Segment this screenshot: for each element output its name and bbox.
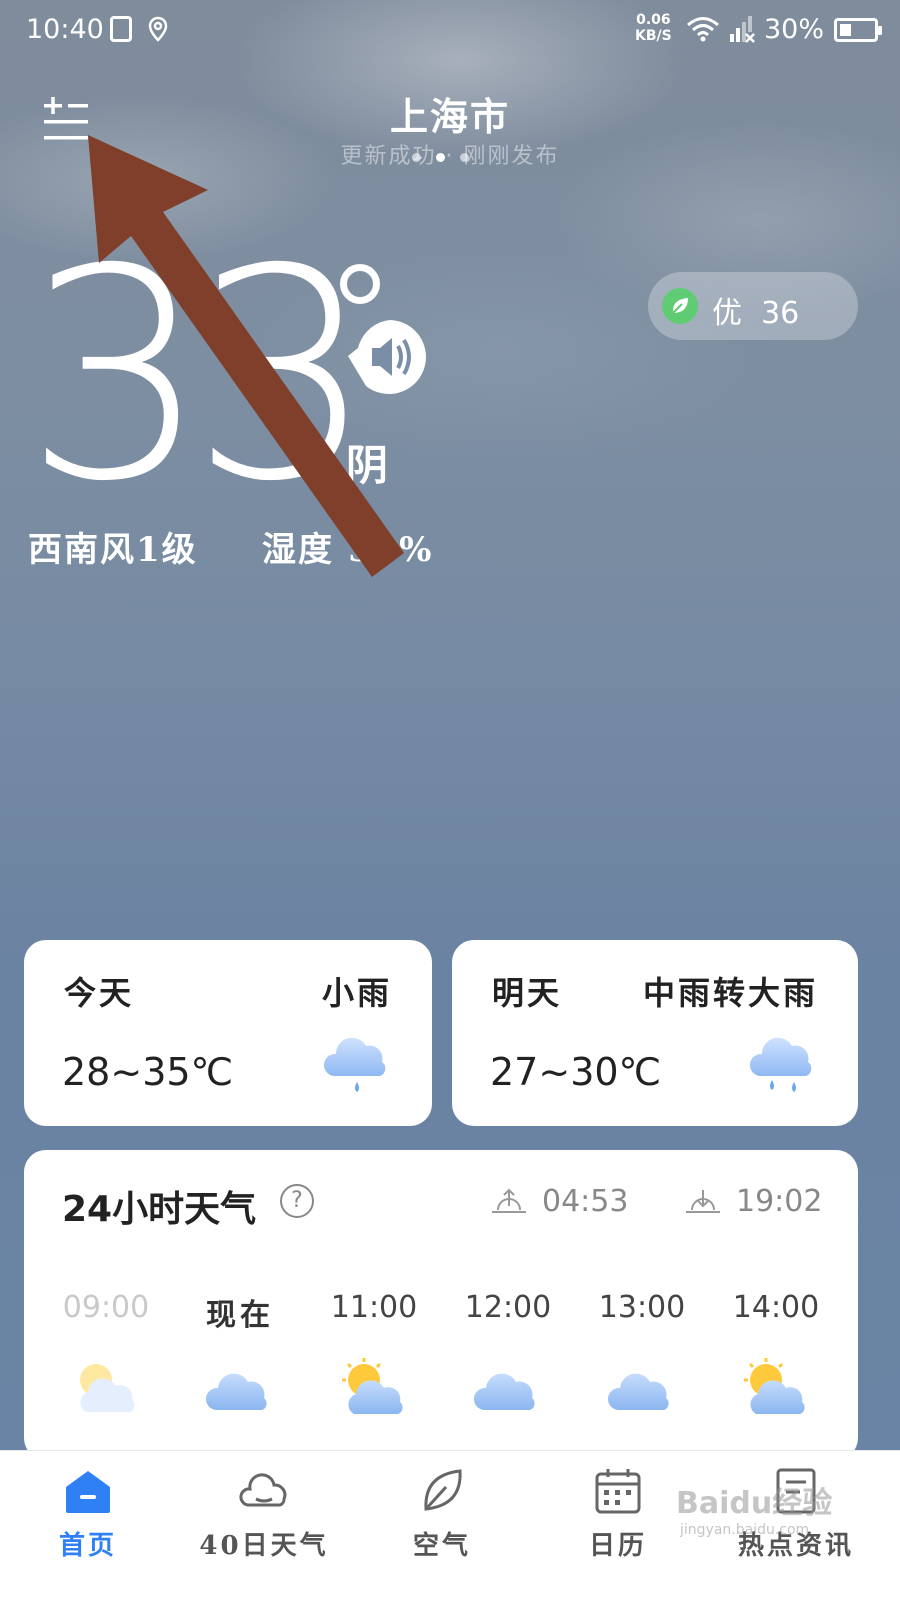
day-temp-range: 27~30℃ [490, 1050, 662, 1094]
tab-40day[interactable]: 40日天气 [194, 1465, 334, 1562]
degree-symbol [340, 264, 380, 304]
signal-icon [730, 16, 755, 43]
voice-broadcast-button[interactable] [346, 318, 428, 396]
tab-label: 40日天气 [199, 1531, 329, 1561]
watermark: Baidu经验 [676, 1486, 833, 1521]
wifi-icon [687, 17, 719, 42]
day-condition: 中雨转大雨 [642, 974, 818, 1012]
location-icon [148, 16, 168, 42]
hour-time: 11:00 [330, 1290, 418, 1325]
battery-percent: 30% [764, 14, 825, 45]
aqi-value: 36 [761, 296, 800, 331]
hour-item[interactable]: 09:00 [39, 1290, 173, 1420]
day-name: 明天 [492, 974, 563, 1012]
hourly-forecast-panel[interactable]: 24小时天气 ? 04:53 19:02 09:00 现在 11:00 12:0… [24, 1150, 858, 1460]
calendar-icon [595, 1469, 641, 1514]
hour-time: 14:00 [732, 1290, 820, 1325]
home-icon [66, 1471, 110, 1513]
tab-air[interactable]: 空气 [372, 1465, 512, 1562]
cloudy-icon [205, 1373, 267, 1410]
battery-icon [834, 18, 882, 42]
tomorrow-card[interactable]: 明天 中雨转大雨 27~30℃ [452, 940, 858, 1126]
network-speed-unit: KB/S [635, 28, 672, 44]
hour-item-now[interactable]: 现在 [173, 1290, 307, 1420]
page-indicator [412, 150, 472, 164]
partly-cloudy-icon [342, 1358, 403, 1414]
hour-item[interactable]: 14:00 [709, 1290, 843, 1420]
sunrise-icon [492, 1188, 526, 1213]
wind-info: 西南风1级 [28, 530, 198, 570]
watermark-url: jingyan.baidu.com [680, 1522, 810, 1538]
cloudy-icon [607, 1373, 669, 1410]
network-speed: 0.06 KB/S [635, 12, 672, 44]
network-speed-value: 0.06 [636, 12, 671, 28]
status-time: 10:40 [26, 14, 104, 45]
sunset-time: 19:02 [736, 1184, 823, 1219]
sunset-icon [686, 1190, 720, 1213]
tab-home[interactable]: 首页 [18, 1465, 158, 1562]
partly-cloudy-icon [80, 1364, 135, 1412]
light-rain-icon [323, 1037, 386, 1092]
day-temp-range: 28~35℃ [62, 1050, 234, 1094]
help-icon[interactable]: ? [280, 1184, 314, 1218]
tab-label: 首页 [58, 1531, 117, 1561]
humidity-info: 湿度 59% [262, 530, 434, 570]
air-quality-badge[interactable]: 优 36 [648, 272, 858, 340]
day-condition: 小雨 [321, 974, 392, 1012]
hour-time: 09:00 [62, 1290, 150, 1325]
tab-label: 空气 [412, 1531, 471, 1561]
leaf-icon [424, 1469, 462, 1511]
hourly-title: 24小时天气 [62, 1189, 257, 1230]
hour-item[interactable]: 13:00 [575, 1290, 709, 1420]
hour-item[interactable]: 12:00 [441, 1290, 575, 1420]
aqi-label: 优 36 [712, 296, 800, 331]
tab-calendar[interactable]: 日历 [548, 1465, 688, 1562]
current-temperature: 33 [24, 208, 375, 545]
hour-time: 现在 [206, 1298, 274, 1333]
heavy-rain-icon [749, 1037, 812, 1092]
hour-item[interactable]: 11:00 [307, 1290, 441, 1420]
leaf-icon [662, 288, 698, 324]
status-bar: 10:40 0.06 KB/S 30% [0, 0, 900, 64]
current-condition: 阴 [346, 441, 389, 490]
hour-time: 12:00 [464, 1290, 552, 1325]
cloud-icon [239, 1473, 287, 1507]
hour-time: 13:00 [598, 1290, 686, 1325]
day-name: 今天 [64, 974, 135, 1012]
sunrise-time: 04:53 [542, 1184, 629, 1219]
city-title[interactable]: 上海市 [0, 86, 900, 141]
cloudy-icon [473, 1373, 535, 1410]
partly-cloudy-icon [744, 1358, 805, 1414]
tab-label: 日历 [588, 1531, 647, 1561]
today-card[interactable]: 今天 小雨 28~35℃ [24, 940, 432, 1126]
vibrate-icon [110, 16, 132, 42]
